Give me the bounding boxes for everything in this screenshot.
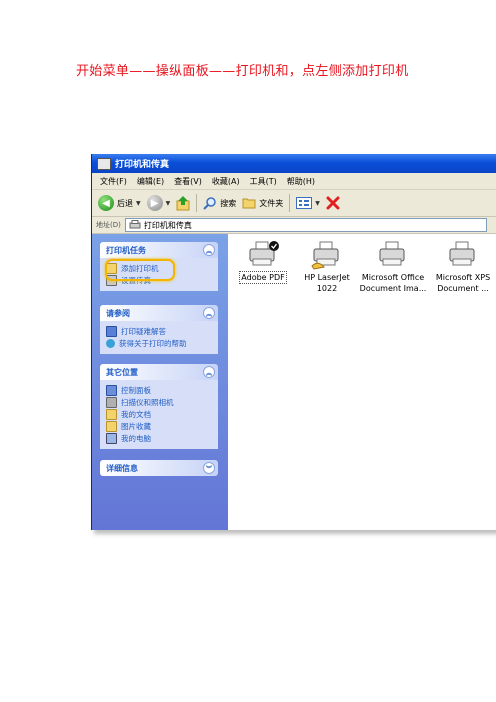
printer-name: Adobe PDF	[239, 271, 287, 284]
toolbar-separator	[196, 194, 198, 212]
back-arrow-icon: ◀	[98, 195, 114, 211]
back-button[interactable]: ◀ 后退 ▼	[98, 195, 141, 211]
collapse-chevron-icon[interactable]: ︽	[203, 307, 215, 319]
folders-label: 文件夹	[259, 198, 284, 208]
collapse-chevron-icon[interactable]: ︽	[203, 244, 215, 256]
scanner-icon	[106, 396, 117, 408]
details-title: 详细信息	[106, 463, 138, 473]
search-button[interactable]: 搜索	[203, 196, 236, 210]
toolbar: ◀ 后退 ▼ ▶ ▼ 搜索 文件夹 ▼	[92, 190, 496, 217]
help-globe-icon	[106, 338, 115, 348]
toolbar-separator	[289, 194, 291, 212]
print-help-link[interactable]: 获得关于打印的帮助	[106, 337, 214, 349]
see-also-title: 请参阅	[106, 308, 130, 318]
printer-tasks-title: 打印机任务	[106, 245, 146, 255]
printer-folder-icon	[97, 157, 111, 170]
computer-icon	[106, 432, 117, 444]
add-printer-highlight	[105, 259, 175, 281]
views-grid-icon	[296, 197, 313, 209]
menu-tools[interactable]: 工具(T)	[250, 176, 277, 187]
printer-item[interactable]: Adobe PDF	[228, 240, 298, 284]
my-computer-label: 我的电脑	[121, 433, 151, 443]
printer-item[interactable]: Microsoft XPS Document ...	[428, 240, 496, 294]
other-places-panel: 其它位置 ︽ 控制面板 扫描仪和照相机 我的文档 图片收藏 我的电脑	[100, 364, 218, 449]
printer-icon	[379, 241, 405, 266]
printer-name: Microsoft XPS	[435, 273, 491, 282]
other-places-title: 其它位置	[106, 367, 138, 377]
explorer-window: 打印机和传真 文件(F) 编辑(E) 查看(V) 收藏(A) 工具(T) 帮助(…	[91, 154, 496, 530]
address-field[interactable]: 打印机和传真	[124, 218, 487, 232]
printer-name-line2: Document Ima...	[359, 284, 427, 293]
control-panel-link[interactable]: 控制面板	[106, 384, 214, 396]
instruction-text: 开始菜单——操纵面板——打印机和，点左侧添加打印机	[76, 64, 409, 79]
help-icon	[106, 325, 117, 337]
delete-x-icon	[326, 196, 340, 210]
address-label: 地址(D)	[96, 221, 121, 229]
forward-arrow-icon: ▶	[146, 195, 163, 211]
printer-shared-icon	[311, 241, 339, 270]
views-button[interactable]: ▼	[296, 197, 320, 209]
window-titlebar: 打印机和传真	[92, 154, 496, 173]
folders-button[interactable]: 文件夹	[242, 197, 283, 209]
forward-button[interactable]: ▶ ▼	[146, 195, 171, 211]
printer-name: Microsoft Office	[361, 273, 425, 282]
menu-favorites[interactable]: 收藏(A)	[212, 176, 240, 187]
details-panel: 详细信息 ︾	[100, 460, 218, 476]
menu-file[interactable]: 文件(F)	[100, 176, 127, 187]
my-documents-label: 我的文档	[121, 409, 151, 419]
details-header[interactable]: 详细信息 ︾	[100, 460, 218, 476]
see-also-panel: 请参阅 ︽ 打印疑难解答 获得关于打印的帮助	[100, 305, 218, 354]
scanners-link[interactable]: 扫描仪和照相机	[106, 396, 214, 408]
my-computer-link[interactable]: 我的电脑	[106, 432, 214, 444]
control-panel-label: 控制面板	[121, 385, 151, 395]
my-documents-link[interactable]: 我的文档	[106, 408, 214, 420]
printer-default-icon	[249, 241, 279, 266]
chevron-down-icon: ▼	[315, 199, 320, 207]
expand-chevron-icon[interactable]: ︾	[203, 462, 215, 474]
other-places-header[interactable]: 其它位置 ︽	[100, 364, 218, 380]
printer-item[interactable]: HP LaserJet 1022	[292, 240, 362, 294]
menu-edit[interactable]: 编辑(E)	[137, 176, 164, 187]
address-bar: 地址(D) 打印机和传真	[92, 217, 496, 234]
window-title: 打印机和传真	[115, 160, 170, 170]
delete-button[interactable]	[326, 196, 340, 210]
my-pictures-link[interactable]: 图片收藏	[106, 420, 214, 432]
scanners-label: 扫描仪和照相机	[121, 397, 174, 407]
menu-help[interactable]: 帮助(H)	[287, 176, 315, 187]
address-value: 打印机和传真	[143, 220, 192, 230]
search-icon	[203, 197, 216, 210]
search-label: 搜索	[220, 198, 237, 208]
printer-name-line2: 1022	[316, 284, 338, 293]
menu-bar: 文件(F) 编辑(E) 查看(V) 收藏(A) 工具(T) 帮助(H)	[92, 173, 496, 190]
pictures-folder-icon	[106, 420, 117, 432]
troubleshoot-label: 打印疑难解答	[121, 326, 166, 336]
troubleshoot-link[interactable]: 打印疑难解答	[106, 325, 214, 337]
printer-icon	[449, 241, 475, 266]
up-button[interactable]	[176, 195, 190, 211]
menu-view[interactable]: 查看(V)	[174, 176, 202, 187]
printer-name: HP LaserJet	[304, 273, 350, 282]
documents-folder-icon	[106, 408, 117, 420]
my-pictures-label: 图片收藏	[121, 421, 151, 431]
printer-name-line2: Document ...	[437, 284, 489, 293]
collapse-chevron-icon[interactable]: ︽	[203, 366, 215, 378]
chevron-down-icon: ▼	[165, 199, 171, 207]
printer-tasks-header[interactable]: 打印机任务 ︽	[100, 242, 218, 258]
back-label: 后退	[117, 198, 133, 208]
folder-up-icon	[176, 196, 190, 211]
print-help-label: 获得关于打印的帮助	[119, 338, 187, 348]
folder-icon	[242, 198, 256, 209]
control-panel-icon	[106, 384, 117, 396]
printers-list: Adobe PDF HP LaserJet 1022 Microsoft Off…	[228, 234, 496, 530]
printer-item[interactable]: Microsoft Office Document Ima...	[358, 240, 428, 294]
chevron-down-icon: ▼	[136, 199, 141, 207]
see-also-header[interactable]: 请参阅 ︽	[100, 305, 218, 321]
printer-icon	[129, 220, 141, 229]
